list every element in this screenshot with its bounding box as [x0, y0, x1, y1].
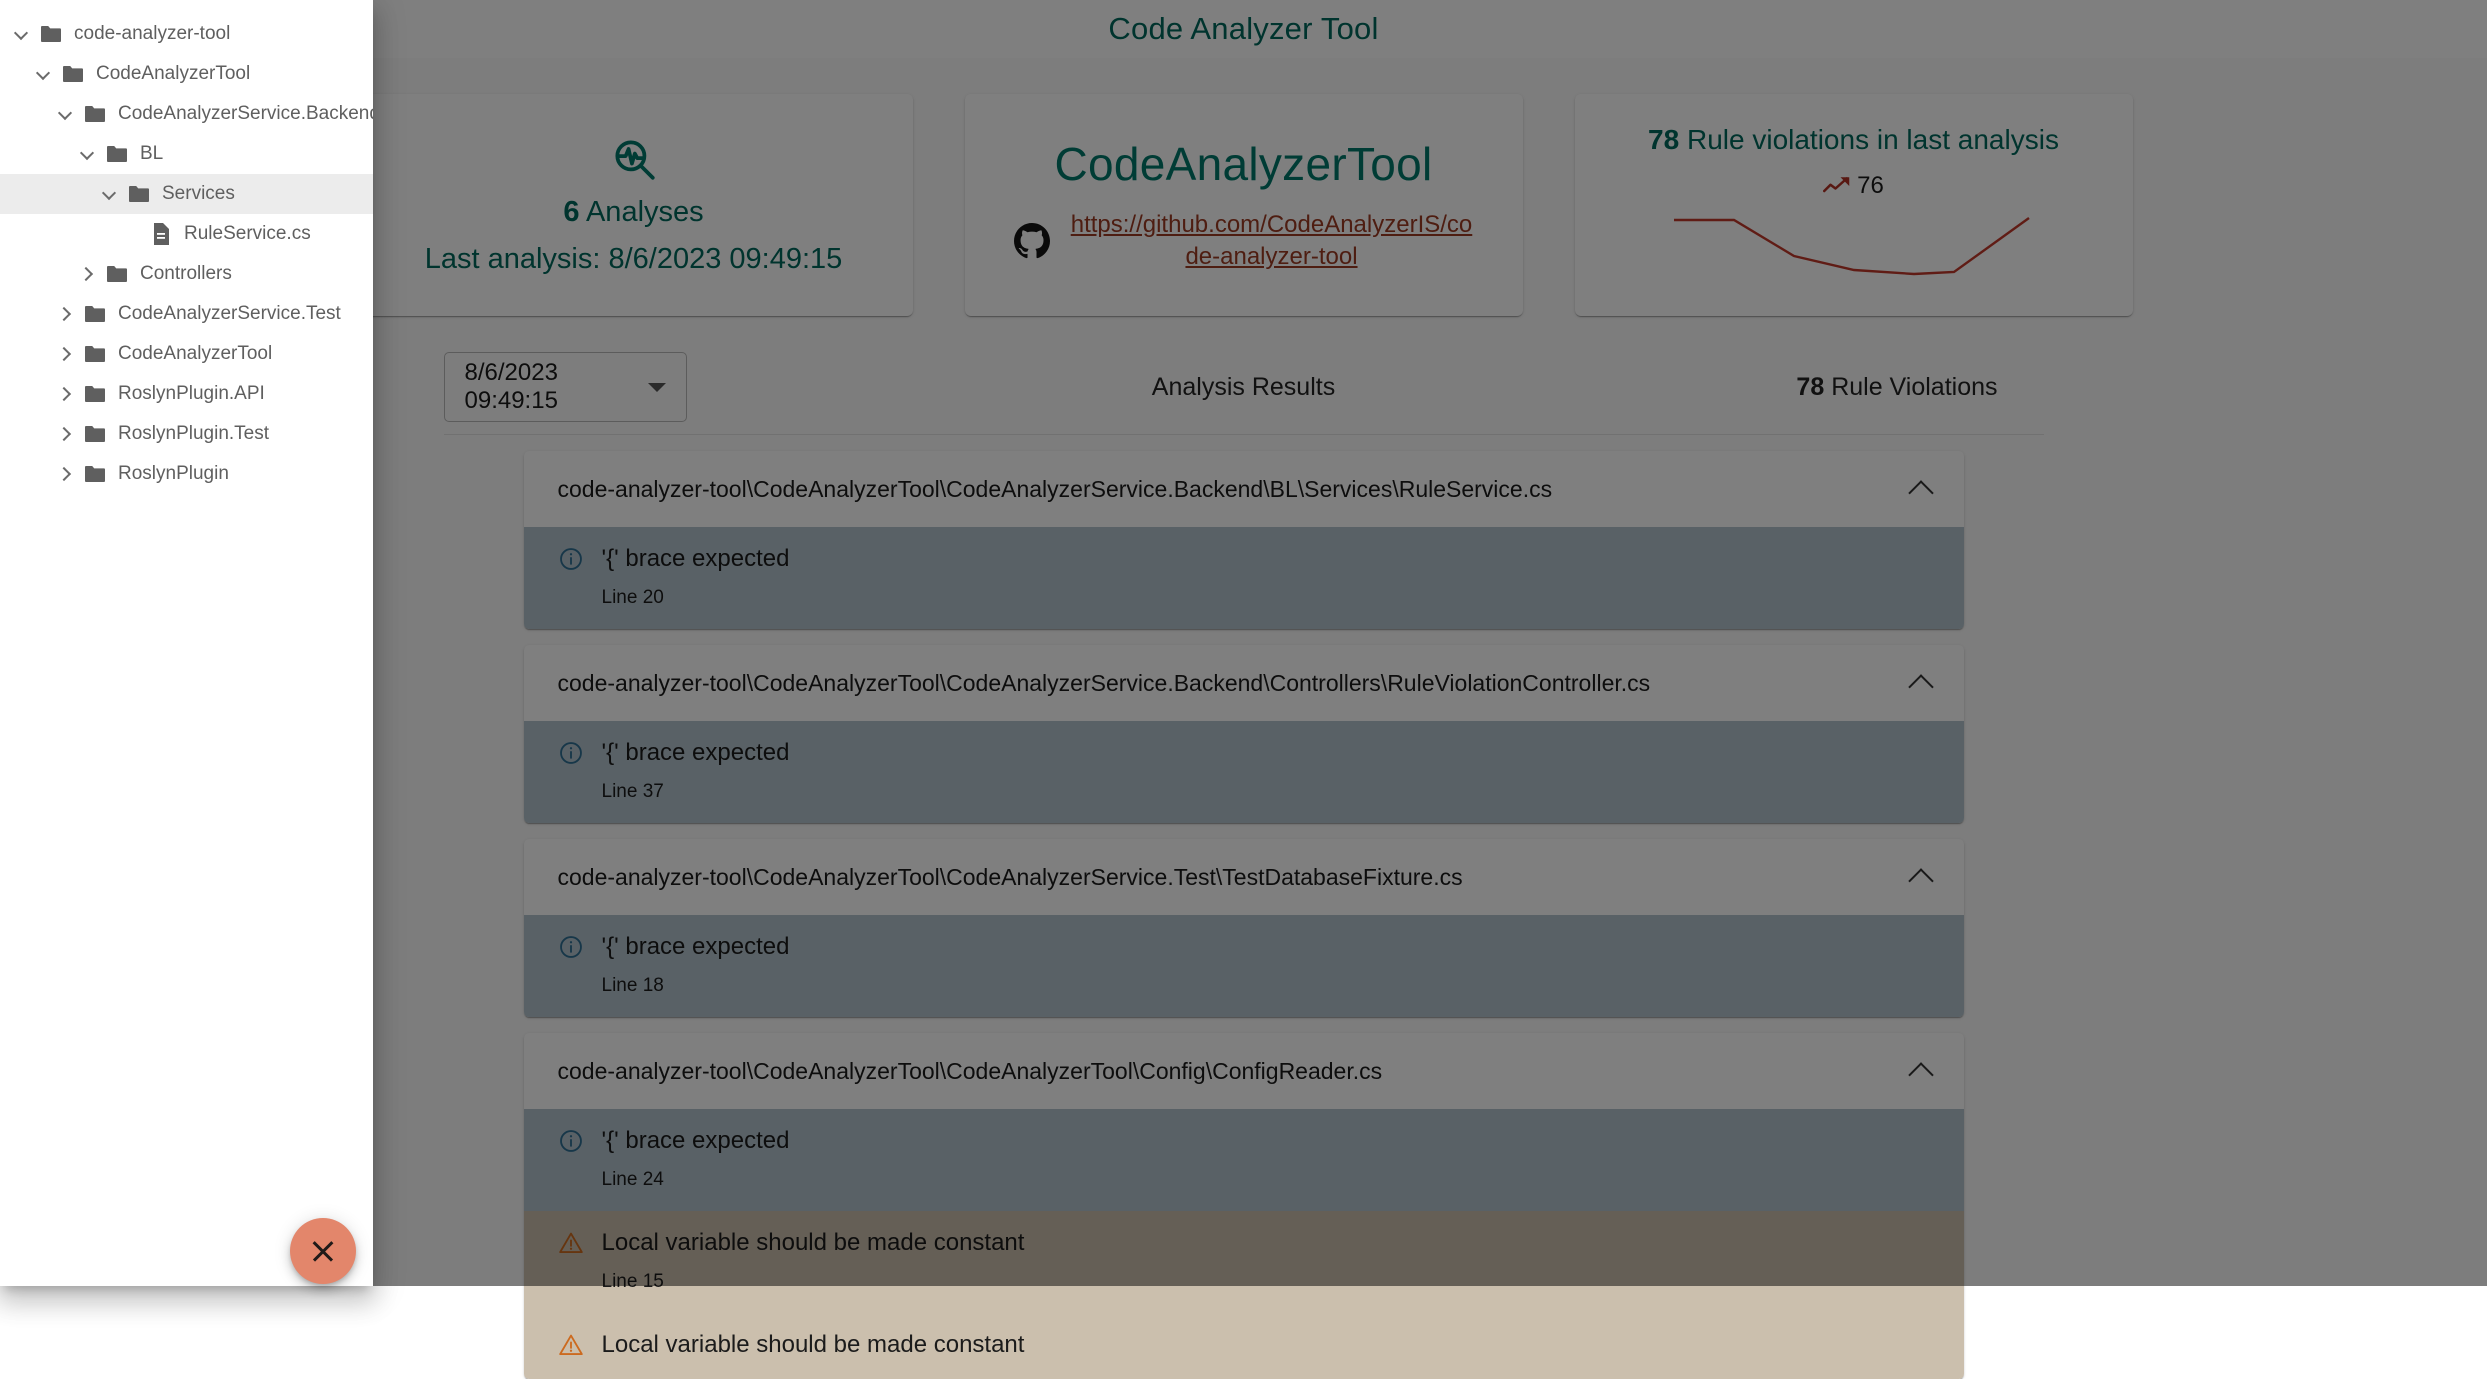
chevron-right-icon[interactable]: [54, 383, 76, 405]
chevron-down-icon[interactable]: [32, 63, 54, 85]
file-tree-node-label: CodeAnalyzerTool: [118, 343, 272, 365]
violation-message: Local variable should be made constant: [602, 1331, 1025, 1359]
folder-icon: [82, 104, 108, 124]
file-tree-node[interactable]: CodeAnalyzerService.Test: [0, 294, 373, 334]
warning-triangle-icon: [558, 1332, 584, 1358]
chevron-down-icon[interactable]: [76, 143, 98, 165]
chevron-right-icon[interactable]: [54, 463, 76, 485]
file-tree-node[interactable]: Controllers: [0, 254, 373, 294]
file-tree-node-label: Controllers: [140, 263, 232, 285]
folder-icon: [82, 304, 108, 324]
chevron-right-icon[interactable]: [54, 423, 76, 445]
close-icon: [310, 1238, 336, 1264]
file-tree-node[interactable]: CodeAnalyzerTool: [0, 334, 373, 374]
file-tree-node-label: BL: [140, 143, 163, 165]
file-tree-node[interactable]: Services: [0, 174, 373, 214]
folder-icon: [82, 344, 108, 364]
file-tree-node-label: CodeAnalyzerService.Test: [118, 303, 341, 325]
file-tree-node[interactable]: BL: [0, 134, 373, 174]
folder-icon: [38, 24, 64, 44]
file-tree-node[interactable]: RoslynPlugin.Test: [0, 414, 373, 454]
folder-icon: [82, 464, 108, 484]
folder-icon: [82, 384, 108, 404]
chevron-right-icon[interactable]: [76, 263, 98, 285]
file-tree: code-analyzer-tool CodeAnalyzerTool CodeAn…: [0, 0, 373, 494]
folder-icon: [126, 184, 152, 204]
close-drawer-button[interactable]: [290, 1218, 356, 1284]
violation-main: Local variable should be made constant: [558, 1331, 1930, 1359]
file-tree-node[interactable]: RoslynPlugin.API: [0, 374, 373, 414]
folder-icon: [104, 144, 130, 164]
file-tree-node[interactable]: CodeAnalyzerTool: [0, 54, 373, 94]
chevron-right-icon[interactable]: [54, 343, 76, 365]
file-tree-node-label: RoslynPlugin: [118, 463, 229, 485]
file-tree-node[interactable]: RuleService.cs: [0, 214, 373, 254]
file-tree-node-label: RuleService.cs: [184, 223, 311, 245]
file-tree-node[interactable]: CodeAnalyzerService.Backend: [0, 94, 373, 134]
file-tree-node-label: code-analyzer-tool: [74, 23, 230, 45]
file-tree-node-label: RoslynPlugin.Test: [118, 423, 269, 445]
file-tree-node-label: Services: [162, 183, 235, 205]
chevron-down-icon[interactable]: [54, 103, 76, 125]
drawer-scrim[interactable]: [0, 0, 2487, 1286]
violation-row[interactable]: Local variable should be made constant: [524, 1313, 1964, 1379]
folder-icon: [82, 424, 108, 444]
chevron-right-icon[interactable]: [54, 303, 76, 325]
file-tree-drawer: code-analyzer-tool CodeAnalyzerTool CodeAn…: [0, 0, 373, 1286]
file-tree-node-label: RoslynPlugin.API: [118, 383, 265, 405]
chevron-down-icon[interactable]: [10, 23, 32, 45]
file-icon: [148, 222, 174, 246]
file-tree-node[interactable]: RoslynPlugin: [0, 454, 373, 494]
folder-icon: [104, 264, 130, 284]
tree-spacer: [120, 223, 142, 245]
file-tree-node-label: CodeAnalyzerTool: [96, 63, 250, 85]
chevron-down-icon[interactable]: [98, 183, 120, 205]
folder-icon: [60, 64, 86, 84]
file-tree-node-label: CodeAnalyzerService.Backend: [118, 103, 373, 125]
file-tree-node[interactable]: code-analyzer-tool: [0, 14, 373, 54]
